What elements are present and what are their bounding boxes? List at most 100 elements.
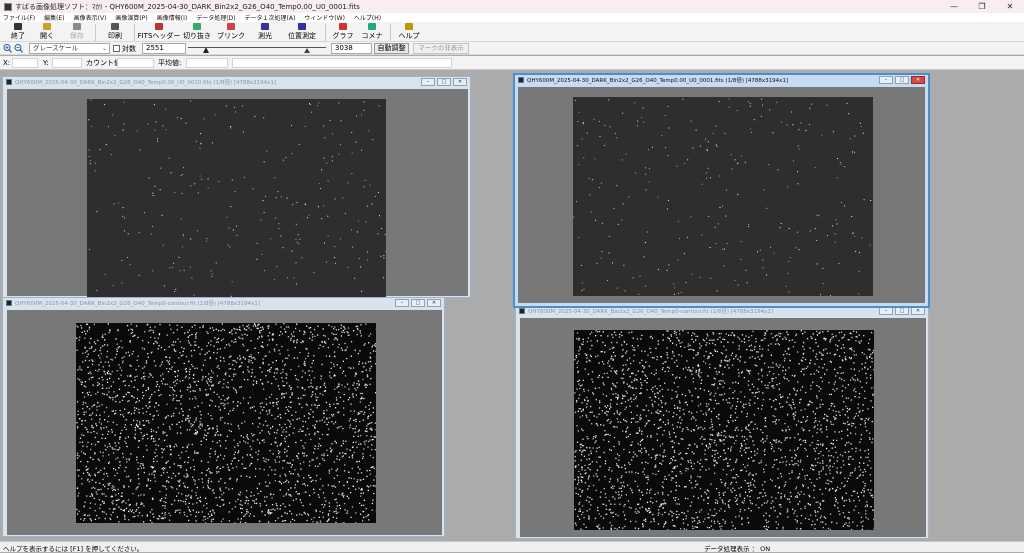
fits-file-icon bbox=[6, 79, 12, 85]
close-button[interactable]: ✕ bbox=[996, 0, 1024, 13]
dark-frame-image bbox=[573, 97, 873, 296]
comment-icon bbox=[368, 23, 376, 30]
image-window-title-bar[interactable]: QHY600M_2025-04-30_DARK_Bin2x2_G26_O40_T… bbox=[3, 77, 470, 87]
toolbar-separator bbox=[95, 24, 96, 41]
image-window[interactable]: QHY600M_2025-04-30_DARK_Bin2x2_G26_O40_T… bbox=[515, 305, 929, 539]
menu-window[interactable]: ウィンドウ(W) bbox=[304, 13, 345, 22]
menu-edit[interactable]: 編集(E) bbox=[44, 13, 64, 22]
toolbar-button-2[interactable]: 保存 bbox=[62, 22, 92, 42]
toolbar-button-4[interactable]: FITSヘッダー bbox=[138, 22, 180, 42]
image-window[interactable]: QHY600M_2025-04-30_DARK_Bin2x2_G26_O40_T… bbox=[2, 297, 445, 537]
image-window-title: QHY600M_2025-04-30_DARK_Bin2x2_G26_O40_T… bbox=[528, 307, 773, 315]
x-value-field bbox=[12, 58, 38, 68]
average-value-field bbox=[186, 58, 228, 68]
child-close-button[interactable]: ✕ bbox=[911, 76, 925, 84]
image-viewport[interactable] bbox=[7, 310, 442, 535]
image-window-title-bar[interactable]: QHY600M_2025-04-30_DARK_Bin2x2_G26_O40_T… bbox=[3, 298, 444, 308]
graph-icon bbox=[339, 23, 347, 30]
toolbar-button-label: コメナ bbox=[362, 31, 383, 41]
chevron-down-icon: ⌄ bbox=[102, 44, 107, 53]
average-label: 平均値: bbox=[158, 58, 181, 68]
toolbar-button-3[interactable]: 印刷 bbox=[99, 22, 131, 42]
child-maximize-button[interactable]: □ bbox=[437, 78, 451, 86]
image-viewport[interactable] bbox=[7, 89, 468, 296]
child-maximize-button[interactable]: □ bbox=[895, 307, 909, 315]
child-minimize-button[interactable]: – bbox=[421, 78, 435, 86]
image-viewport[interactable] bbox=[520, 318, 926, 537]
min-value-input[interactable]: 2551 bbox=[142, 43, 186, 54]
max-slider-handle[interactable] bbox=[304, 48, 310, 53]
range-slider[interactable] bbox=[188, 43, 328, 54]
child-close-button[interactable]: ✕ bbox=[427, 299, 441, 307]
colormap-select[interactable]: グレースケール ⌄ bbox=[29, 43, 110, 54]
dark-frame-image bbox=[87, 99, 386, 298]
child-minimize-button[interactable]: – bbox=[879, 76, 893, 84]
info-field bbox=[232, 58, 452, 68]
log-scale-checkbox[interactable]: 対数 bbox=[113, 43, 139, 54]
child-maximize-button[interactable]: □ bbox=[895, 76, 909, 84]
toolbar-button-label: ヘルプ bbox=[399, 31, 420, 41]
image-window-title: QHY600M_2025-04-30_DARK_Bin2x2_G26_O40_T… bbox=[15, 78, 276, 86]
min-slider-handle[interactable] bbox=[203, 47, 209, 53]
image-window-title: QHY600M_2025-04-30_DARK_Bin2x2_G26_O40_T… bbox=[15, 299, 260, 307]
count-value-field bbox=[117, 58, 154, 68]
toolbar-button-label: ブリンク bbox=[217, 31, 245, 41]
max-value-input[interactable]: 3038 bbox=[331, 43, 372, 54]
hide-marks-button[interactable]: マークの非表示 bbox=[413, 43, 469, 54]
log-scale-label: 対数 bbox=[122, 44, 136, 54]
child-close-button[interactable]: ✕ bbox=[453, 78, 467, 86]
toolbar-button-label: 切り抜き bbox=[183, 31, 211, 41]
image-window-title: QHY600M_2025-04-30_DARK_Bin2x2_G26_O40_T… bbox=[527, 76, 788, 84]
power-icon bbox=[14, 23, 22, 30]
menu-image-ops[interactable]: 画像演算(P) bbox=[115, 13, 147, 22]
child-minimize-button[interactable]: – bbox=[395, 299, 409, 307]
zoom-out-icon[interactable] bbox=[14, 43, 23, 54]
noise-image bbox=[574, 330, 874, 530]
menu-image-info[interactable]: 画像情報(I) bbox=[157, 13, 187, 22]
menu-view[interactable]: 画像表示(V) bbox=[74, 13, 107, 22]
image-window-title-bar[interactable]: QHY600M_2025-04-30_DARK_Bin2x2_G26_O40_T… bbox=[515, 75, 928, 85]
toolbar-button-5[interactable]: 切り抜き bbox=[180, 22, 214, 42]
folder-open-icon bbox=[43, 23, 51, 30]
toolbar-button-label: グラフ bbox=[333, 31, 354, 41]
menu-file[interactable]: ファイル(F) bbox=[3, 13, 35, 22]
window-controls: — ❐ ✕ bbox=[940, 0, 1024, 13]
toolbar-button-1[interactable]: 開く bbox=[32, 22, 62, 42]
menu-help[interactable]: ヘルプ(H) bbox=[354, 13, 381, 22]
child-window-controls: – □ ✕ bbox=[877, 76, 925, 84]
image-window[interactable]: QHY600M_2025-04-30_DARK_Bin2x2_G26_O40_T… bbox=[2, 76, 471, 298]
toolbar-button-6[interactable]: ブリンク bbox=[214, 22, 248, 42]
x-label: X: bbox=[3, 58, 10, 68]
toolbar-button-10[interactable]: コメナ bbox=[357, 22, 387, 42]
active-image-window[interactable]: QHY600M_2025-04-30_DARK_Bin2x2_G26_O40_T… bbox=[513, 73, 930, 308]
image-viewport[interactable] bbox=[518, 87, 925, 303]
toolbar-button-11[interactable]: ヘルプ bbox=[394, 22, 424, 42]
toolbar-button-7[interactable]: 測光 bbox=[248, 22, 282, 42]
noise-image bbox=[76, 323, 376, 523]
menu-data-processing[interactable]: データ処理(D) bbox=[196, 13, 235, 22]
y-value-field bbox=[52, 58, 82, 68]
toolbar-button-0[interactable]: 終了 bbox=[4, 22, 32, 42]
child-close-button[interactable]: ✕ bbox=[911, 307, 925, 315]
toolbar-button-label: 保存 bbox=[70, 31, 84, 41]
status-bar: ヘルプを表示するには [F1] を押してください。 データ処理表示 ： ON bbox=[0, 541, 1024, 552]
title-bar[interactable]: すばる画像処理ソフト：ﾏｶﾘ - QHY600M_2025-04-30_DARK… bbox=[0, 0, 1024, 13]
toolbar-button-label: 印刷 bbox=[108, 31, 122, 41]
fits-header-icon bbox=[155, 23, 163, 30]
child-minimize-button[interactable]: – bbox=[879, 307, 893, 315]
position-measure-icon bbox=[298, 23, 306, 30]
toolbar: 終了開く保存 印刷 FITSヘッダー切り抜きブリンク測光位置測定 グラフコメナ ヘルプ bbox=[0, 22, 1024, 42]
child-maximize-button[interactable]: □ bbox=[411, 299, 425, 307]
child-window-controls: – □ ✕ bbox=[393, 299, 441, 307]
display-controls: グレースケール ⌄ 対数 2551 3038 自動調整 マークの非表示 bbox=[0, 42, 1024, 55]
zoom-in-icon[interactable] bbox=[3, 43, 12, 54]
menu-primary-processing[interactable]: データ１次処理(A) bbox=[245, 13, 296, 22]
mdi-workspace: QHY600M_2025-04-30_DARK_Bin2x2_G26_O40_T… bbox=[0, 70, 1024, 541]
toolbar-button-8[interactable]: 位置測定 bbox=[282, 22, 322, 42]
restore-button[interactable]: ❐ bbox=[968, 0, 996, 13]
checkbox-box bbox=[113, 45, 120, 52]
auto-adjust-button[interactable]: 自動調整 bbox=[374, 43, 409, 54]
minimize-button[interactable]: — bbox=[940, 0, 968, 13]
toolbar-button-9[interactable]: グラフ bbox=[329, 22, 357, 42]
help-icon bbox=[405, 23, 413, 30]
